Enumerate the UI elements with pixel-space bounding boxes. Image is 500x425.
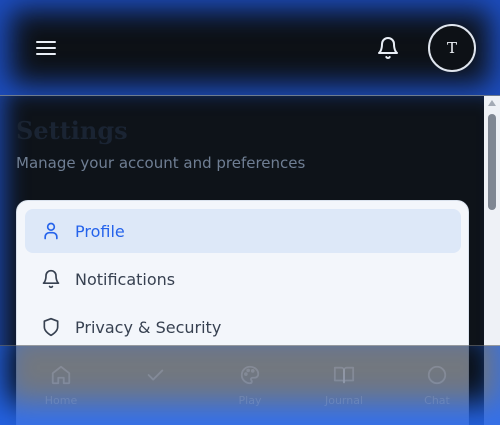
bell-icon xyxy=(41,269,61,289)
settings-item-label: Notifications xyxy=(75,269,176,289)
page-title: Settings xyxy=(16,116,128,145)
settings-item-profile[interactable]: Profile xyxy=(25,209,461,253)
bottom-nav-home[interactable]: Home xyxy=(14,364,108,414)
bottom-nav-tasks[interactable] xyxy=(108,364,202,414)
settings-item-label: Privacy & Security xyxy=(75,317,222,337)
scroll-up-arrow-icon[interactable] xyxy=(488,100,496,106)
bottom-nav-play[interactable]: Play xyxy=(203,364,297,414)
hamburger-menu-icon[interactable] xyxy=(36,40,56,56)
page-subtitle: Manage your account and preferences xyxy=(16,154,306,172)
avatar[interactable]: T xyxy=(428,24,476,72)
bottom-nav-chat[interactable]: Chat xyxy=(390,364,484,414)
home-icon xyxy=(51,365,71,385)
book-icon xyxy=(333,366,355,384)
settings-item-label: Profile xyxy=(75,221,125,241)
palette-icon xyxy=(240,365,260,385)
bottom-navigation: Home Play Journal Chat xyxy=(0,345,500,425)
shield-icon xyxy=(41,317,61,337)
bottom-nav-label: Chat xyxy=(424,394,450,407)
bell-icon[interactable] xyxy=(376,36,400,60)
user-icon xyxy=(41,221,61,241)
bottom-nav-label: Play xyxy=(238,394,262,407)
check-icon xyxy=(147,369,164,381)
top-app-bar: T xyxy=(0,0,500,96)
bottom-nav-label: Journal xyxy=(324,394,364,407)
chat-icon xyxy=(427,365,447,385)
bottom-nav-journal[interactable]: Journal xyxy=(297,364,391,414)
bottom-nav-label: Home xyxy=(44,394,78,407)
scroll-thumb[interactable] xyxy=(488,114,496,210)
settings-item-notifications[interactable]: Notifications xyxy=(25,257,461,301)
settings-item-privacy-security[interactable]: Privacy & Security xyxy=(25,305,461,349)
